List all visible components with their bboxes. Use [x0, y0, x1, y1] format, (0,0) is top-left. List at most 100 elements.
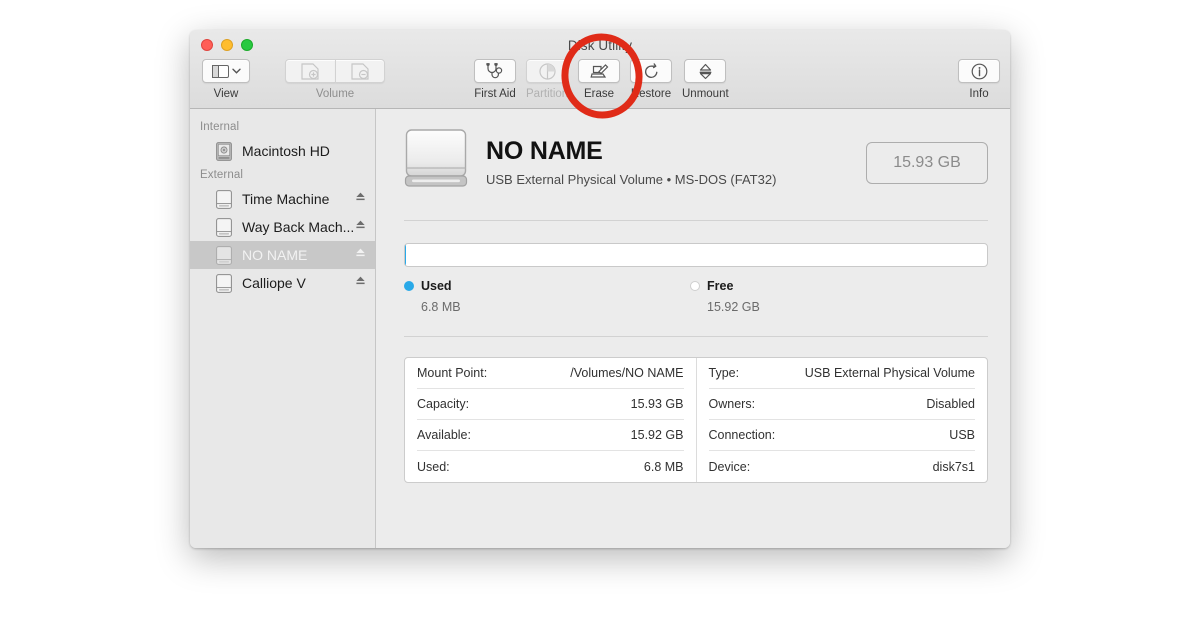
- info-value: 15.93 GB: [631, 397, 684, 411]
- info-key: Connection:: [709, 428, 776, 442]
- volume-info-table: Mount Point: /Volumes/NO NAME Capacity: …: [404, 357, 988, 483]
- info-key: Owners:: [709, 397, 756, 411]
- capacity-badge: 15.93 GB: [866, 142, 988, 184]
- sidebar-icon: [212, 65, 229, 78]
- view-label: View: [214, 88, 239, 100]
- sidebar-section-external-header: External: [190, 165, 375, 185]
- info-label: Info: [969, 88, 988, 100]
- sidebar-item-label: Time Machine: [242, 191, 355, 207]
- stethoscope-icon: [485, 63, 505, 79]
- erase-button[interactable]: [578, 59, 620, 83]
- sidebar-item-label: NO NAME: [242, 247, 355, 263]
- table-row: Available: 15.92 GB: [417, 420, 684, 451]
- legend-item-free: Free 15.92 GB: [690, 279, 976, 314]
- sidebar-item-time-machine[interactable]: Time Machine: [190, 185, 375, 213]
- free-value: 15.92 GB: [707, 300, 976, 314]
- first-aid-button[interactable]: [474, 59, 516, 83]
- toolbar-group-restore: Restore: [630, 59, 672, 100]
- toolbar-group-info: Info: [958, 59, 1000, 100]
- sidebar-item-way-back-machine[interactable]: Way Back Mach...: [190, 213, 375, 241]
- info-value: USB: [949, 428, 975, 442]
- usage-legend: Used 6.8 MB Free 15.92 GB: [404, 279, 988, 314]
- sidebar-item-label: Macintosh HD: [242, 143, 367, 159]
- info-key: Capacity:: [417, 397, 469, 411]
- info-key: Used:: [417, 460, 450, 474]
- info-key: Available:: [417, 428, 471, 442]
- erase-label: Erase: [584, 88, 614, 100]
- info-column-right: Type: USB External Physical Volume Owner…: [697, 358, 988, 482]
- external-drive-icon: [214, 246, 234, 265]
- first-aid-label: First Aid: [474, 88, 516, 100]
- toolbar-group-view: View: [202, 59, 250, 100]
- info-value: 6.8 MB: [644, 460, 684, 474]
- sidebar-item-label: Calliope V: [242, 275, 355, 291]
- info-column-left: Mount Point: /Volumes/NO NAME Capacity: …: [405, 358, 697, 482]
- partition-label: Partition: [526, 88, 568, 100]
- table-row: Capacity: 15.93 GB: [417, 389, 684, 420]
- info-value: 15.92 GB: [631, 428, 684, 442]
- chevron-down-icon: [232, 68, 241, 74]
- window-body: Internal Macintosh HD External: [190, 109, 1010, 548]
- table-row: Device: disk7s1: [709, 451, 976, 482]
- unmount-button[interactable]: [684, 59, 726, 83]
- info-value: disk7s1: [933, 460, 975, 474]
- header-divider: [404, 220, 988, 221]
- used-label: Used: [421, 279, 452, 293]
- volume-remove-icon: [351, 63, 370, 80]
- volume-title-block: NO NAME USB External Physical Volume • M…: [486, 138, 848, 188]
- add-volume-button: [285, 59, 335, 83]
- table-row: Type: USB External Physical Volume: [709, 358, 976, 389]
- internal-drive-icon: [214, 142, 234, 161]
- info-button[interactable]: [958, 59, 1000, 83]
- main-panel: NO NAME USB External Physical Volume • M…: [376, 109, 1010, 548]
- restore-button[interactable]: [630, 59, 672, 83]
- eject-icon[interactable]: [355, 274, 367, 292]
- toolbar-group-volume: Volume: [285, 59, 385, 100]
- volume-label: Volume: [316, 88, 354, 100]
- pie-partition-icon: [539, 63, 556, 80]
- restore-label: Restore: [631, 88, 671, 100]
- eject-icon: [698, 63, 713, 80]
- free-label: Free: [707, 279, 733, 293]
- external-drive-icon: [214, 190, 234, 209]
- remove-volume-button: [335, 59, 385, 83]
- window-title: Disk Utility: [190, 38, 1010, 53]
- free-color-swatch: [690, 281, 700, 291]
- eject-icon[interactable]: [355, 246, 367, 264]
- volume-subtitle: USB External Physical Volume • MS-DOS (F…: [486, 172, 848, 187]
- eject-icon[interactable]: [355, 218, 367, 236]
- toolbar-group-first-aid: First Aid: [474, 59, 516, 100]
- volume-header: NO NAME USB External Physical Volume • M…: [404, 127, 988, 198]
- erase-pencil-disk-icon: [590, 63, 609, 79]
- usage-divider: [404, 336, 988, 337]
- restore-arrow-icon: [643, 63, 660, 80]
- info-value: Disabled: [926, 397, 975, 411]
- info-key: Mount Point:: [417, 366, 487, 380]
- info-key: Type:: [709, 366, 740, 380]
- table-row: Used: 6.8 MB: [417, 451, 684, 482]
- window-toolbar: Disk Utility View: [190, 30, 1010, 109]
- table-row: Mount Point: /Volumes/NO NAME: [417, 358, 684, 389]
- external-drive-large-icon: [404, 127, 468, 198]
- disk-utility-window: Disk Utility View: [190, 30, 1010, 548]
- sidebar-item-no-name[interactable]: NO NAME: [190, 241, 375, 269]
- sidebar-item-label: Way Back Mach...: [242, 219, 355, 235]
- volume-add-icon: [301, 63, 320, 80]
- toolbar-group-partition: Partition: [526, 59, 568, 100]
- info-value: USB External Physical Volume: [805, 366, 975, 380]
- view-button[interactable]: [202, 59, 250, 83]
- usage-bar: [404, 243, 988, 267]
- external-drive-icon: [214, 274, 234, 293]
- eject-icon[interactable]: [355, 190, 367, 208]
- table-row: Owners: Disabled: [709, 389, 976, 420]
- sidebar[interactable]: Internal Macintosh HD External: [190, 109, 376, 548]
- sidebar-item-calliope-v[interactable]: Calliope V: [190, 269, 375, 297]
- info-key: Device:: [709, 460, 751, 474]
- info-value: /Volumes/NO NAME: [570, 366, 683, 380]
- external-drive-icon: [214, 218, 234, 237]
- unmount-label: Unmount: [682, 88, 729, 100]
- legend-item-used: Used 6.8 MB: [404, 279, 690, 314]
- sidebar-item-macintosh-hd[interactable]: Macintosh HD: [190, 137, 375, 165]
- toolbar-group-unmount: Unmount: [682, 59, 729, 100]
- toolbar-group-erase: Erase: [578, 59, 620, 100]
